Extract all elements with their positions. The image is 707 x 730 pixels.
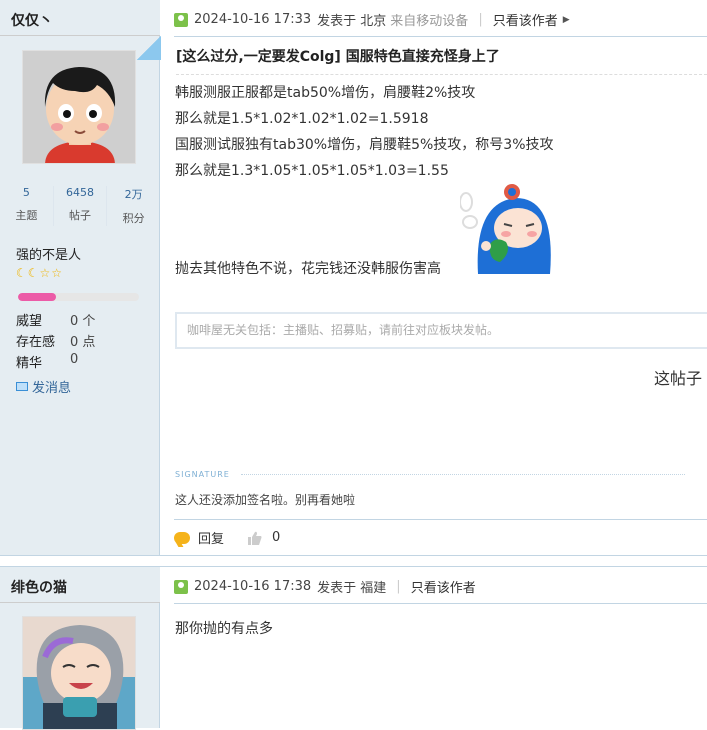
divider [174,603,707,604]
thread-title: [这么过分,一定要发Colg] 国服特色直接充怪身上了 [176,49,500,65]
body-line: 韩服测服正服都是tab50%增伤，肩腰鞋2%技攻 [175,85,476,101]
stat-points[interactable]: 2万 积分 [107,186,160,226]
signature-label: SIGNATURE [175,470,230,479]
info-key: 威望 [16,314,43,329]
stat-threads[interactable]: 5 主题 [0,186,53,226]
post-2: 绯色の猫 2024-10-16 17:38 发表于 福建 | 只看该作者 那你抛… [0,567,707,730]
thumbs-up-icon[interactable] [248,531,262,545]
corner-badge-icon [137,36,161,60]
post-body: 那你抛的有点多 [175,621,273,637]
info-row: 存在感 0 点 [16,331,95,352]
post-location: 发表于 福建 [317,581,387,596]
info-value: 0 个 [70,314,96,329]
moon-icon: ☾ [16,266,27,280]
level-progress-bar [18,293,139,301]
post-date: 2024-10-16 17:38 [194,579,312,594]
envelope-icon [16,382,28,391]
avatar[interactable] [22,616,136,730]
post-date: 2024-10-16 17:33 [194,12,312,27]
post-content: 2024-10-16 17:38 发表于 福建 | 只看该作者 那你抛的有点多 [161,567,707,728]
reply-button[interactable]: 回复 [198,528,224,547]
stat-value: 2万 [124,188,143,201]
online-status-icon [174,12,188,27]
author-stats: 5 主题 6458 帖子 2万 积分 [0,186,160,226]
post-body-end: 抛去其他特色不说，花完钱还没韩服伤害高 [175,261,441,277]
post-location: 发表于 北京 [317,14,387,29]
triangle-right-icon[interactable]: ▶ [563,15,570,25]
divider: | [396,579,401,594]
stat-value: 6458 [66,186,94,199]
author-sidebar: 绯色の猫 [0,567,160,730]
post-separator [0,555,707,567]
cutoff-text: 这帖子 [654,369,703,388]
info-row: 精华 0 [16,352,95,373]
body-line: 那么就是1.5*1.02*1.02*1.02=1.5918 [175,111,429,127]
crying-sticker-image [459,182,552,274]
divider: | [478,12,483,27]
like-count: 0 [272,530,281,545]
moon-icon: ☾ [27,266,39,280]
star-icon: ☆ [39,266,51,280]
info-row: 威望 0 个 [16,310,95,331]
avatar[interactable] [22,50,136,164]
online-status-icon [174,579,188,594]
stat-value: 5 [22,186,30,199]
post-1: 仅仅丶 5 主题 6458 帖子 2万 积分 强的不是人 ☾ ☾ ☆ ☆ 威望 … [0,0,707,555]
only-author-link[interactable]: 只看该作者 [493,10,558,29]
reply-icon[interactable] [174,531,190,544]
author-sidebar: 仅仅丶 5 主题 6458 帖子 2万 积分 强的不是人 ☾ ☾ ☆ ☆ 威望 … [0,0,161,555]
divider [174,36,707,37]
body-line: 国服测试服独有tab30%增伤，肩腰鞋5%技攻，称号3%技攻 [175,137,554,153]
star-icon: ☆ [51,266,63,280]
divider [241,474,685,475]
signature-text: 这人还没添加签名啦。别再看她啦 [175,493,356,507]
body-line: 那么就是1.3*1.05*1.05*1.05*1.03=1.55 [175,163,449,179]
divider [176,74,707,75]
divider [174,519,707,520]
post-header: 2024-10-16 17:38 发表于 福建 | 只看该作者 [174,577,476,596]
stat-label: 积分 [122,212,145,225]
only-author-link[interactable]: 只看该作者 [411,577,476,596]
post-actions: 回复 0 [174,528,280,547]
stat-label: 主题 [15,209,38,222]
send-message-label: 发消息 [32,381,72,396]
level-stars: ☾ ☾ ☆ ☆ [16,266,62,280]
info-value: 0 点 [70,335,96,350]
info-value: 0 [70,352,79,367]
post-header: 2024-10-16 17:33 发表于 北京 来自移动设备 | 只看该作者 ▶ [174,10,570,29]
author-info: 威望 0 个 存在感 0 点 精华 0 [16,310,95,373]
author-name[interactable]: 仅仅丶 [0,0,160,36]
info-key: 精华 [16,356,43,371]
info-key: 存在感 [16,335,56,350]
quick-reply-input[interactable]: 咖啡屋无关包括：主播贴、招募贴，请前往对应板块发帖。 [175,312,707,349]
post-source: 来自移动设备 [390,14,469,29]
stat-posts[interactable]: 6458 帖子 [52,186,108,226]
author-name[interactable]: 绯色の猫 [0,567,160,603]
post-body: 韩服测服正服都是tab50%增伤，肩腰鞋2%技攻 那么就是1.5*1.02*1.… [175,80,554,184]
send-message-link[interactable]: 发消息 [16,377,71,396]
level-progress-fill [18,293,56,301]
stat-label: 帖子 [69,209,91,222]
post-content: 2024-10-16 17:33 发表于 北京 来自移动设备 | 只看该作者 ▶… [161,0,707,555]
user-group[interactable]: 强的不是人 [16,244,81,263]
